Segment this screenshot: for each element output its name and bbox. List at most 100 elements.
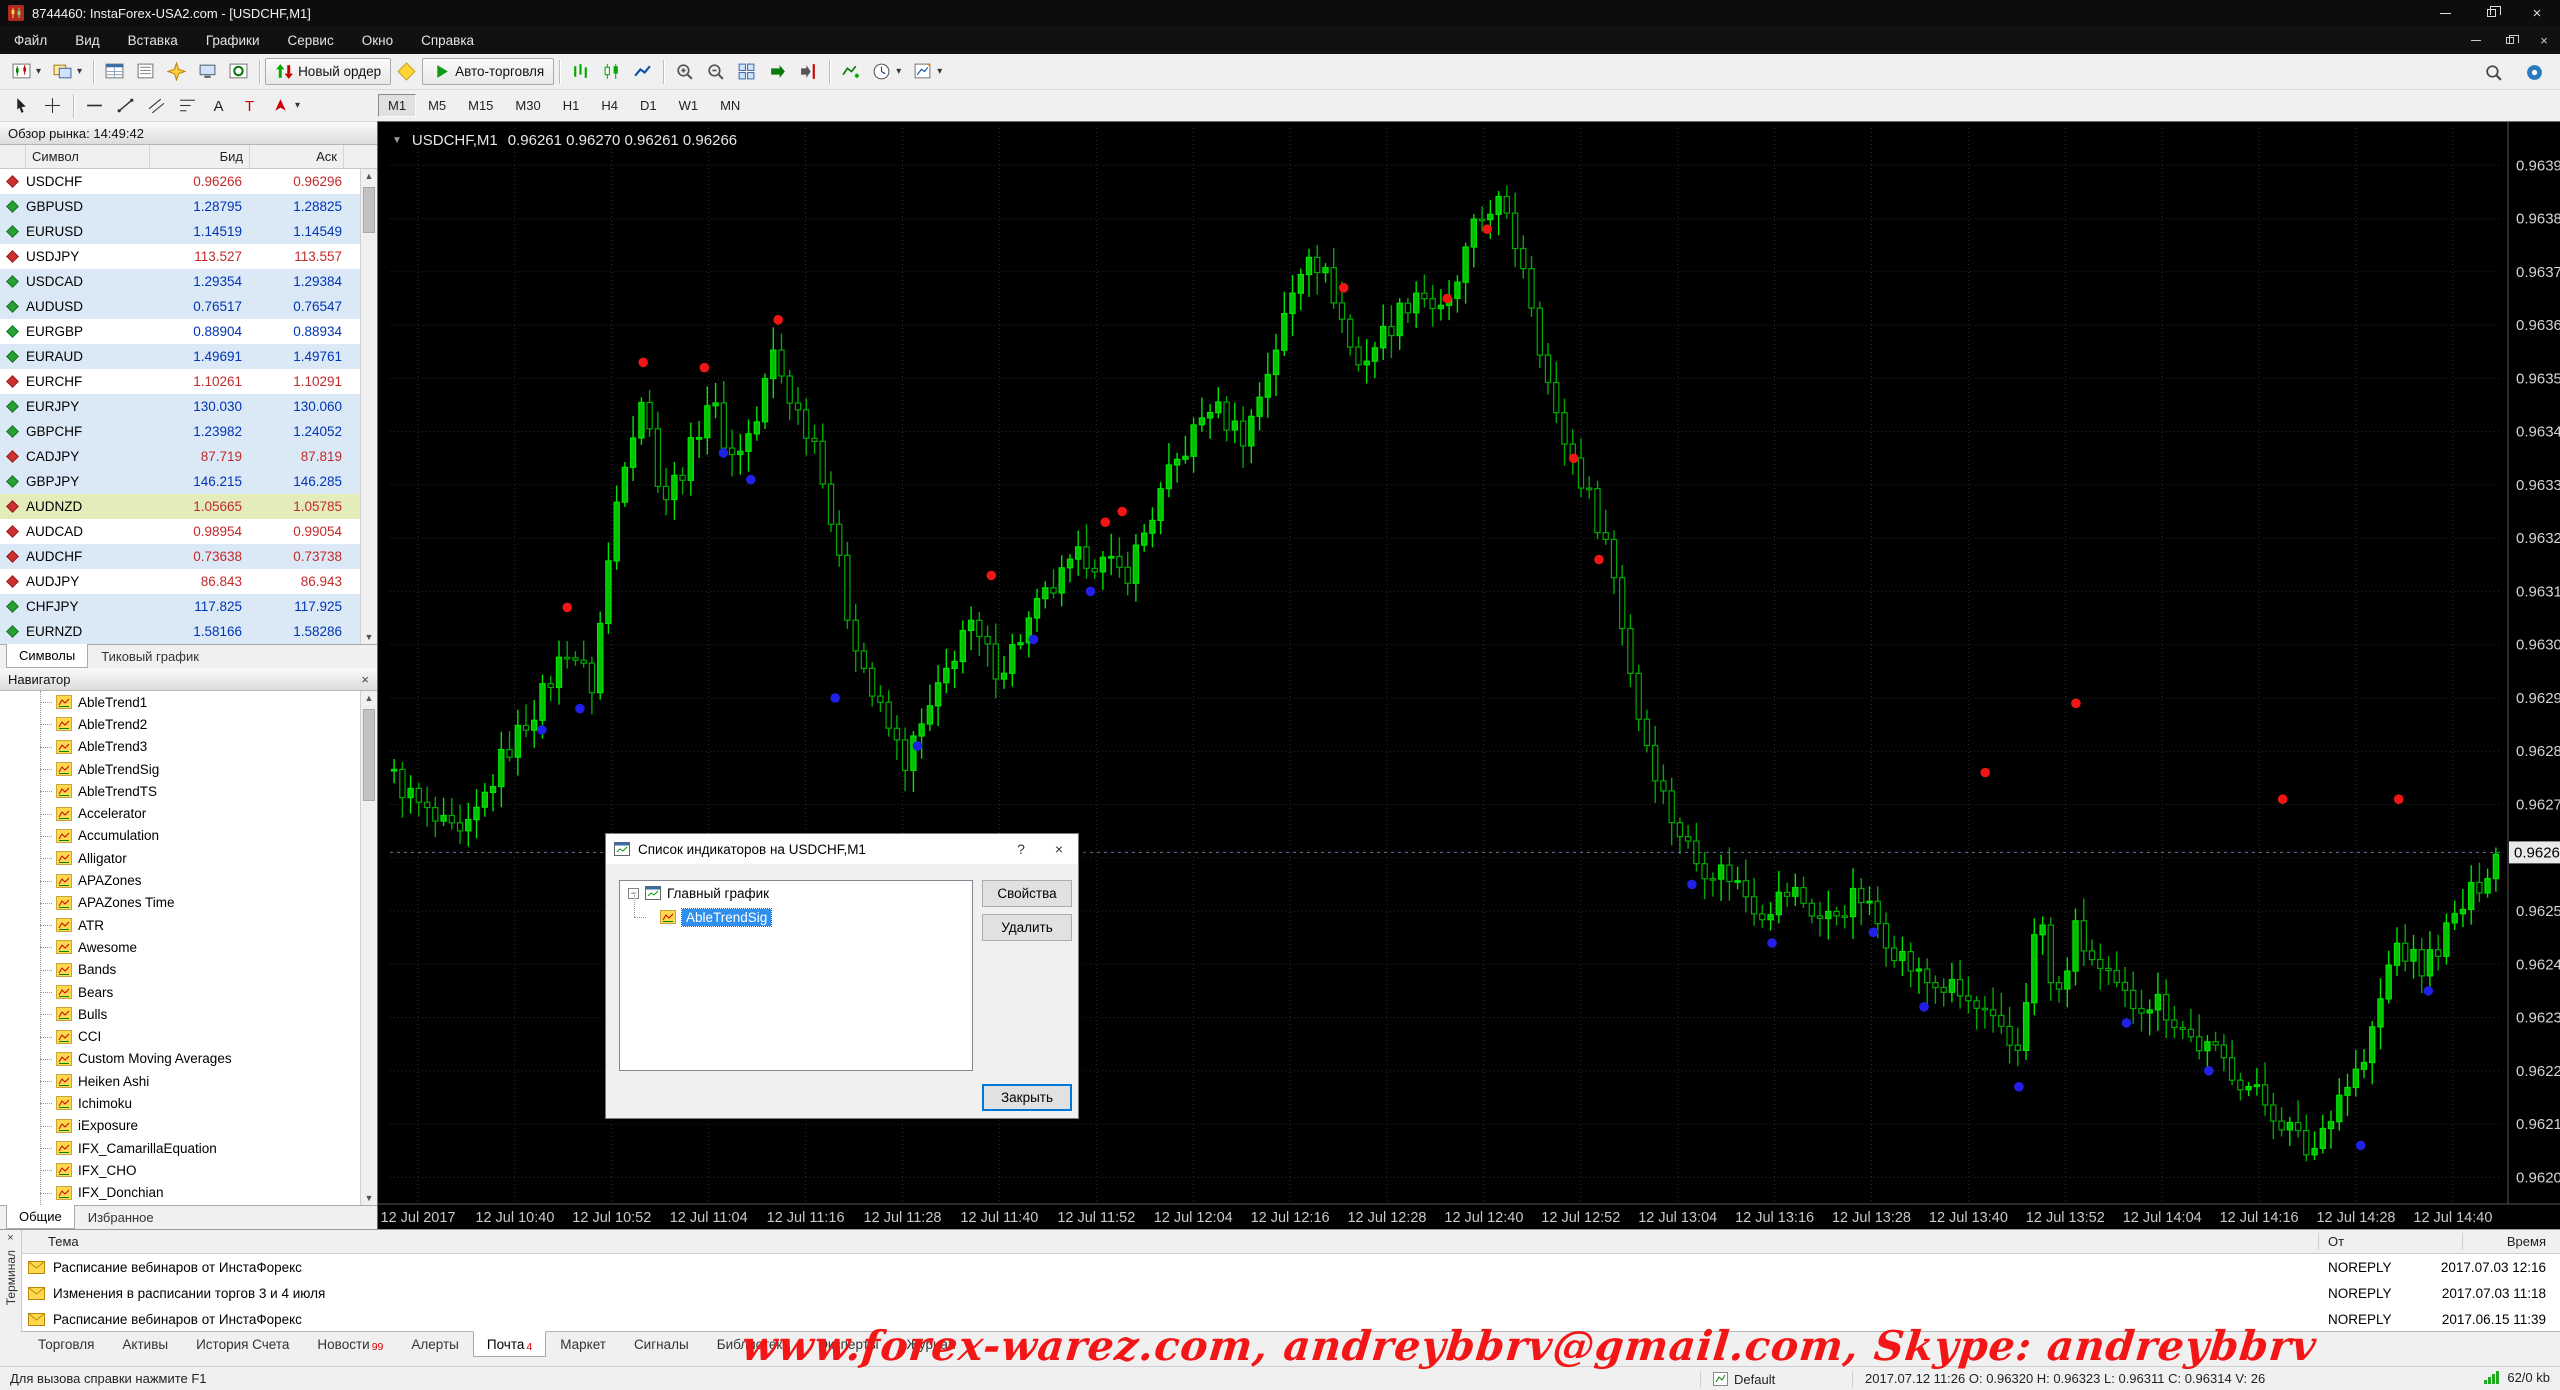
- table-row[interactable]: EURCHF1.102611.10291: [0, 369, 361, 394]
- cursor-button[interactable]: [6, 92, 37, 119]
- column-header-2[interactable]: Аск: [250, 145, 344, 168]
- navigator-close-icon[interactable]: ×: [361, 672, 369, 687]
- strategy-tester-button[interactable]: [223, 58, 254, 85]
- table-row[interactable]: EURUSD1.145191.14549: [0, 219, 361, 244]
- mdi-close-button[interactable]: ×: [2534, 30, 2554, 50]
- col-from[interactable]: От: [2328, 1234, 2344, 1249]
- list-item[interactable]: AbleTrendSig: [0, 758, 361, 780]
- auto-scroll-button[interactable]: [762, 58, 793, 85]
- terminal-tab-2[interactable]: История Счета: [182, 1332, 303, 1357]
- scroll-thumb[interactable]: [363, 187, 375, 233]
- tf-m15-button[interactable]: M15: [458, 94, 503, 117]
- terminal-tab-5[interactable]: Почта4: [473, 1331, 546, 1357]
- menu-item-1[interactable]: Вид: [61, 29, 113, 52]
- table-row[interactable]: EURAUD1.496911.49761: [0, 344, 361, 369]
- tf-mn-button[interactable]: MN: [710, 94, 750, 117]
- zoom-out-button[interactable]: [700, 58, 731, 85]
- line-chart-button[interactable]: [627, 58, 658, 85]
- terminal-tab-7[interactable]: Сигналы: [620, 1332, 703, 1357]
- tf-m30-button[interactable]: M30: [505, 94, 550, 117]
- menu-item-4[interactable]: Сервис: [274, 29, 348, 52]
- col-subject[interactable]: Тема: [48, 1234, 79, 1249]
- bars-button[interactable]: [565, 58, 596, 85]
- table-row[interactable]: GBPCHF1.239821.24052: [0, 419, 361, 444]
- terminal-tab-6[interactable]: Маркет: [546, 1332, 620, 1357]
- data-window-button[interactable]: [130, 58, 161, 85]
- menu-item-0[interactable]: Файл: [0, 29, 61, 52]
- list-item[interactable]: Heiken Ashi: [0, 1070, 361, 1092]
- navigator-list[interactable]: AbleTrend1AbleTrend2AbleTrend3AbleTrendS…: [0, 691, 361, 1205]
- dialog-close-icon[interactable]: ×: [1040, 834, 1078, 864]
- fibonacci-button[interactable]: [172, 92, 203, 119]
- dialog-help-button[interactable]: ?: [1002, 834, 1040, 864]
- zoom-in-button[interactable]: [669, 58, 700, 85]
- periods-button[interactable]: ▾: [866, 58, 907, 85]
- tf-w1-button[interactable]: W1: [669, 94, 709, 117]
- dialog-titlebar[interactable]: Список индикаторов на USDCHF,M1 ? ×: [606, 834, 1078, 864]
- arrows-button[interactable]: ▾: [265, 92, 306, 119]
- tile-windows-button[interactable]: [731, 58, 762, 85]
- terminal-tab-0[interactable]: Торговля: [24, 1332, 108, 1357]
- scroll-down-icon[interactable]: ▼: [365, 1193, 374, 1203]
- column-header-0[interactable]: Символ: [26, 145, 150, 168]
- mdi-restore-button[interactable]: [2500, 30, 2520, 50]
- list-item[interactable]: Ichimoku: [0, 1092, 361, 1114]
- list-item[interactable]: IFX_CamarillaEquation: [0, 1137, 361, 1159]
- scroll-up-icon[interactable]: ▲: [365, 171, 374, 181]
- table-row[interactable]: EURJPY130.030130.060: [0, 394, 361, 419]
- column-header-1[interactable]: Бид: [150, 145, 250, 168]
- terminal-close-icon[interactable]: ×: [7, 1232, 13, 1244]
- label-button[interactable]: T: [234, 92, 265, 119]
- list-item[interactable]: iExposure: [0, 1115, 361, 1137]
- indicators-button[interactable]: [835, 58, 866, 85]
- table-row[interactable]: AUDJPY86.84386.943: [0, 569, 361, 594]
- scroll-down-icon[interactable]: ▼: [365, 632, 374, 642]
- menu-item-5[interactable]: Окно: [348, 29, 407, 52]
- list-item[interactable]: Bears: [0, 981, 361, 1003]
- terminal-button[interactable]: [192, 58, 223, 85]
- table-row[interactable]: AUDNZD1.056651.05785: [0, 494, 361, 519]
- tree-root-row[interactable]: − Главный график: [620, 881, 972, 905]
- templates-button[interactable]: ▾: [907, 58, 948, 85]
- terminal-tab-4[interactable]: Алерты: [397, 1332, 473, 1357]
- crosshair-button[interactable]: [37, 92, 68, 119]
- list-item[interactable]: AbleTrend3: [0, 736, 361, 758]
- mdi-minimize-button[interactable]: [2466, 30, 2486, 50]
- autotrading-button[interactable]: Авто-торговля: [422, 58, 554, 85]
- market-watch-column-header[interactable]: СимволБидАск: [0, 145, 377, 169]
- table-row[interactable]: AUDCAD0.989540.99054: [0, 519, 361, 544]
- navigator-scrollbar[interactable]: ▲ ▼: [360, 691, 377, 1205]
- text-button[interactable]: A: [203, 92, 234, 119]
- scroll-up-icon[interactable]: ▲: [365, 693, 374, 703]
- titlebar[interactable]: 8744460: InstaForex-USA2.com - [USDCHF,M…: [0, 0, 2560, 26]
- trendline-button[interactable]: [110, 92, 141, 119]
- list-item[interactable]: AbleTrendTS: [0, 780, 361, 802]
- tab-market-watch-1[interactable]: Тиковый график: [88, 645, 212, 668]
- delete-button[interactable]: Удалить: [982, 914, 1072, 941]
- mail-list[interactable]: Расписание вебинаров от ИнстаФорексNOREP…: [22, 1254, 2560, 1332]
- tree-selected-item[interactable]: AbleTrendSig: [682, 909, 771, 926]
- list-item[interactable]: APAZones Time: [0, 892, 361, 914]
- list-item[interactable]: Bulls: [0, 1003, 361, 1025]
- table-row[interactable]: EURNZD1.581661.58286: [0, 619, 361, 644]
- terminal-tab-3[interactable]: Новости99: [303, 1332, 397, 1357]
- tf-m1-button[interactable]: M1: [378, 94, 416, 117]
- tf-m5-button[interactable]: M5: [418, 94, 456, 117]
- table-row[interactable]: CHFJPY117.825117.925: [0, 594, 361, 619]
- list-item[interactable]: AbleTrend1: [0, 691, 361, 713]
- tree-child-row[interactable]: AbleTrendSig: [620, 905, 972, 929]
- new-order-button[interactable]: Новый ордер: [265, 58, 391, 85]
- tab-market-watch-0[interactable]: Символы: [6, 644, 88, 668]
- list-item[interactable]: IFX_Donchian: [0, 1182, 361, 1204]
- new-chart-button[interactable]: ▾: [6, 58, 47, 85]
- table-row[interactable]: GBPJPY146.215146.285: [0, 469, 361, 494]
- table-row[interactable]: USDCAD1.293541.29384: [0, 269, 361, 294]
- menu-item-3[interactable]: Графики: [192, 29, 274, 52]
- chart-shift-button[interactable]: [793, 58, 824, 85]
- list-item[interactable]: Bands: [0, 959, 361, 981]
- table-row[interactable]: USDJPY113.527113.557: [0, 244, 361, 269]
- chart-expander-icon[interactable]: ▼: [392, 135, 402, 146]
- list-item[interactable]: Alligator: [0, 847, 361, 869]
- terminal-tab-1[interactable]: Активы: [108, 1332, 182, 1357]
- mail-row[interactable]: Расписание вебинаров от ИнстаФорексNOREP…: [22, 1254, 2560, 1280]
